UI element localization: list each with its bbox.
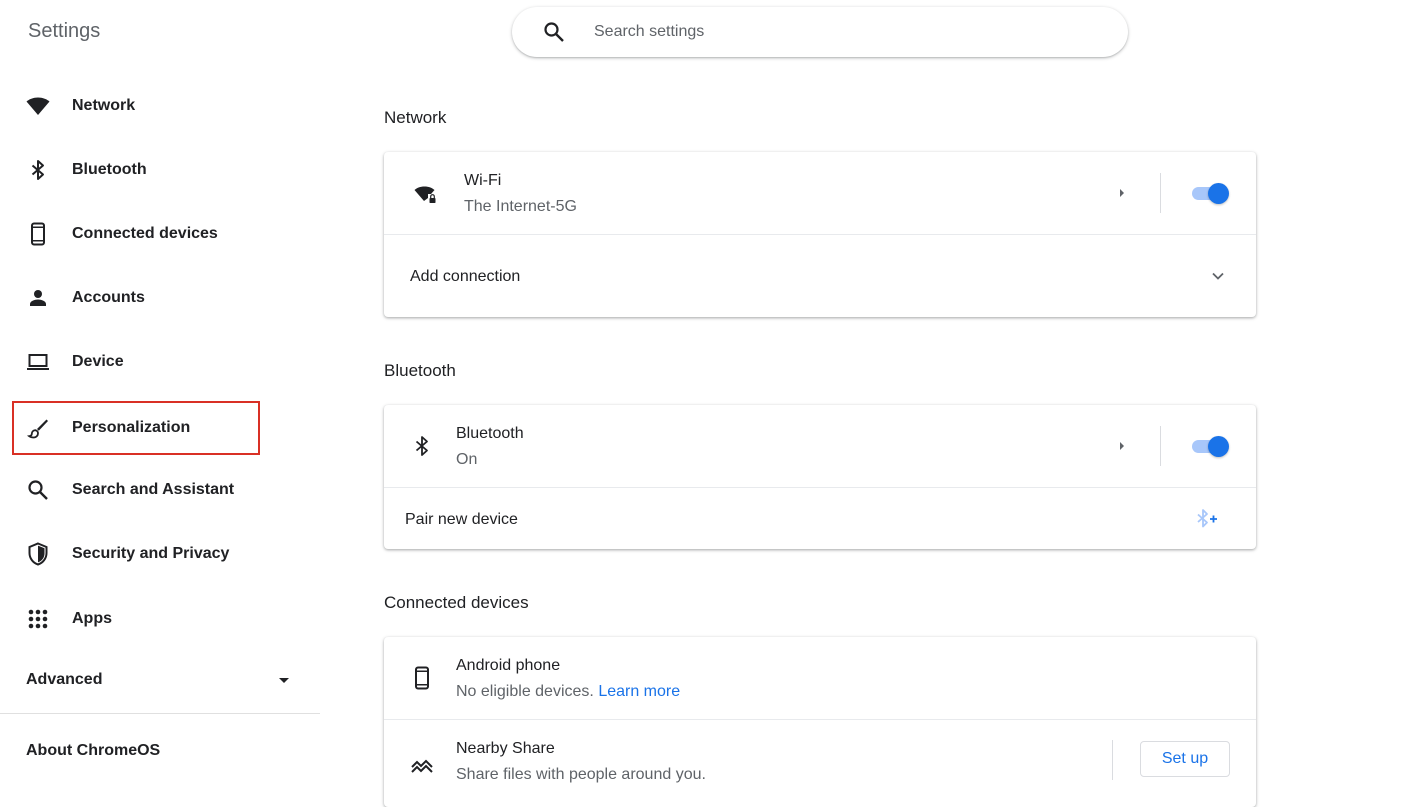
caret-down-icon xyxy=(279,678,289,683)
bluetooth-row[interactable]: Bluetooth On xyxy=(384,405,1256,487)
pair-new-device-row[interactable]: Pair new device xyxy=(384,488,1256,549)
sidebar-item-connected-devices[interactable]: Connected devices xyxy=(12,207,260,261)
bluetooth-add-icon[interactable] xyxy=(1194,507,1218,531)
nearby-share-subtitle: Share files with people around you. xyxy=(456,766,706,783)
sidebar-item-search-and-assistant[interactable]: Search and Assistant xyxy=(12,463,260,517)
wifi-toggle[interactable] xyxy=(1190,182,1230,204)
chevron-down-icon[interactable] xyxy=(1208,266,1228,286)
sidebar-item-label: Personalization xyxy=(72,419,191,436)
search-icon xyxy=(544,22,564,42)
search-icon xyxy=(28,480,48,500)
bluetooth-icon xyxy=(31,160,44,180)
network-section-title: Network xyxy=(384,108,447,127)
sidebar-item-label: Network xyxy=(72,97,136,114)
person-icon xyxy=(30,290,46,306)
sidebar-item-label: Bluetooth xyxy=(72,161,147,178)
search-box[interactable] xyxy=(512,7,1128,57)
vertical-separator xyxy=(1160,173,1161,213)
wifi-network-name: The Internet-5G xyxy=(464,198,577,215)
search-input[interactable] xyxy=(594,20,1074,44)
arrow-right-icon[interactable] xyxy=(1112,183,1132,203)
laptop-icon xyxy=(27,354,49,370)
sidebar-divider xyxy=(0,713,320,714)
sidebar-item-about[interactable]: About ChromeOS xyxy=(26,742,160,760)
connected-devices-card: Android phone No eligible devices. Learn… xyxy=(384,637,1256,807)
bluetooth-title: Bluetooth xyxy=(456,425,524,442)
bluetooth-section-title: Bluetooth xyxy=(384,361,456,380)
toggle-knob xyxy=(1208,436,1229,457)
sidebar-item-label: Apps xyxy=(72,610,112,627)
sidebar-item-bluetooth[interactable]: Bluetooth xyxy=(12,143,260,197)
sidebar: Settings Network Bluetooth Connected dev… xyxy=(0,0,320,771)
sidebar-item-apps[interactable]: Apps xyxy=(12,592,260,646)
android-phone-row[interactable]: Android phone No eligible devices. Learn… xyxy=(384,637,1256,719)
pair-new-device-label: Pair new device xyxy=(405,511,518,528)
nearby-share-title: Nearby Share xyxy=(456,740,555,757)
android-phone-status-text: No eligible devices. xyxy=(456,683,594,700)
phone-icon xyxy=(31,222,45,246)
learn-more-link[interactable]: Learn more xyxy=(598,683,680,700)
connected-devices-section-title: Connected devices xyxy=(384,593,529,612)
network-card: Wi-Fi The Internet-5G Add connection xyxy=(384,152,1256,317)
toggle-knob xyxy=(1208,183,1229,204)
sidebar-item-device[interactable]: Device xyxy=(12,335,260,389)
android-phone-title: Android phone xyxy=(456,657,561,674)
arrow-right-icon[interactable] xyxy=(1112,436,1132,456)
nearby-share-row[interactable]: Nearby Share Share files with people aro… xyxy=(384,720,1256,807)
wifi-title: Wi-Fi xyxy=(464,172,502,189)
advanced-label: Advanced xyxy=(26,671,103,688)
android-phone-status: No eligible devices. Learn more xyxy=(456,683,680,701)
sidebar-item-personalization[interactable]: Personalization xyxy=(12,401,260,455)
app-title: Settings xyxy=(28,20,101,42)
sidebar-item-label: Device xyxy=(72,353,124,370)
add-connection-row[interactable]: Add connection xyxy=(384,235,1256,317)
bluetooth-status: On xyxy=(456,451,478,468)
vertical-separator xyxy=(1160,426,1161,466)
add-connection-label: Add connection xyxy=(410,268,521,285)
bluetooth-toggle[interactable] xyxy=(1190,435,1230,457)
sidebar-item-label: Search and Assistant xyxy=(72,481,235,498)
sidebar-item-label: Accounts xyxy=(72,289,145,306)
sidebar-item-label: Connected devices xyxy=(72,225,218,242)
nearby-share-setup-button[interactable]: Set up xyxy=(1140,741,1230,777)
sidebar-item-security-and-privacy[interactable]: Security and Privacy xyxy=(12,527,260,581)
sidebar-item-label: Security and Privacy xyxy=(72,545,230,562)
sidebar-item-accounts[interactable]: Accounts xyxy=(12,271,260,325)
wifi-icon xyxy=(26,97,50,115)
advanced-toggle[interactable]: Advanced xyxy=(26,668,296,692)
brush-icon xyxy=(26,419,48,439)
vertical-separator xyxy=(1112,740,1113,780)
bluetooth-card: Bluetooth On Pair new device xyxy=(384,405,1256,549)
phone-icon xyxy=(415,666,429,690)
nearby-share-icon xyxy=(411,759,433,773)
sidebar-item-network[interactable]: Network xyxy=(12,79,260,133)
apps-grid-icon xyxy=(28,609,48,629)
bluetooth-icon xyxy=(415,436,428,456)
wifi-row[interactable]: Wi-Fi The Internet-5G xyxy=(384,152,1256,234)
shield-icon xyxy=(28,542,48,566)
wifi-lock-icon xyxy=(414,186,436,203)
